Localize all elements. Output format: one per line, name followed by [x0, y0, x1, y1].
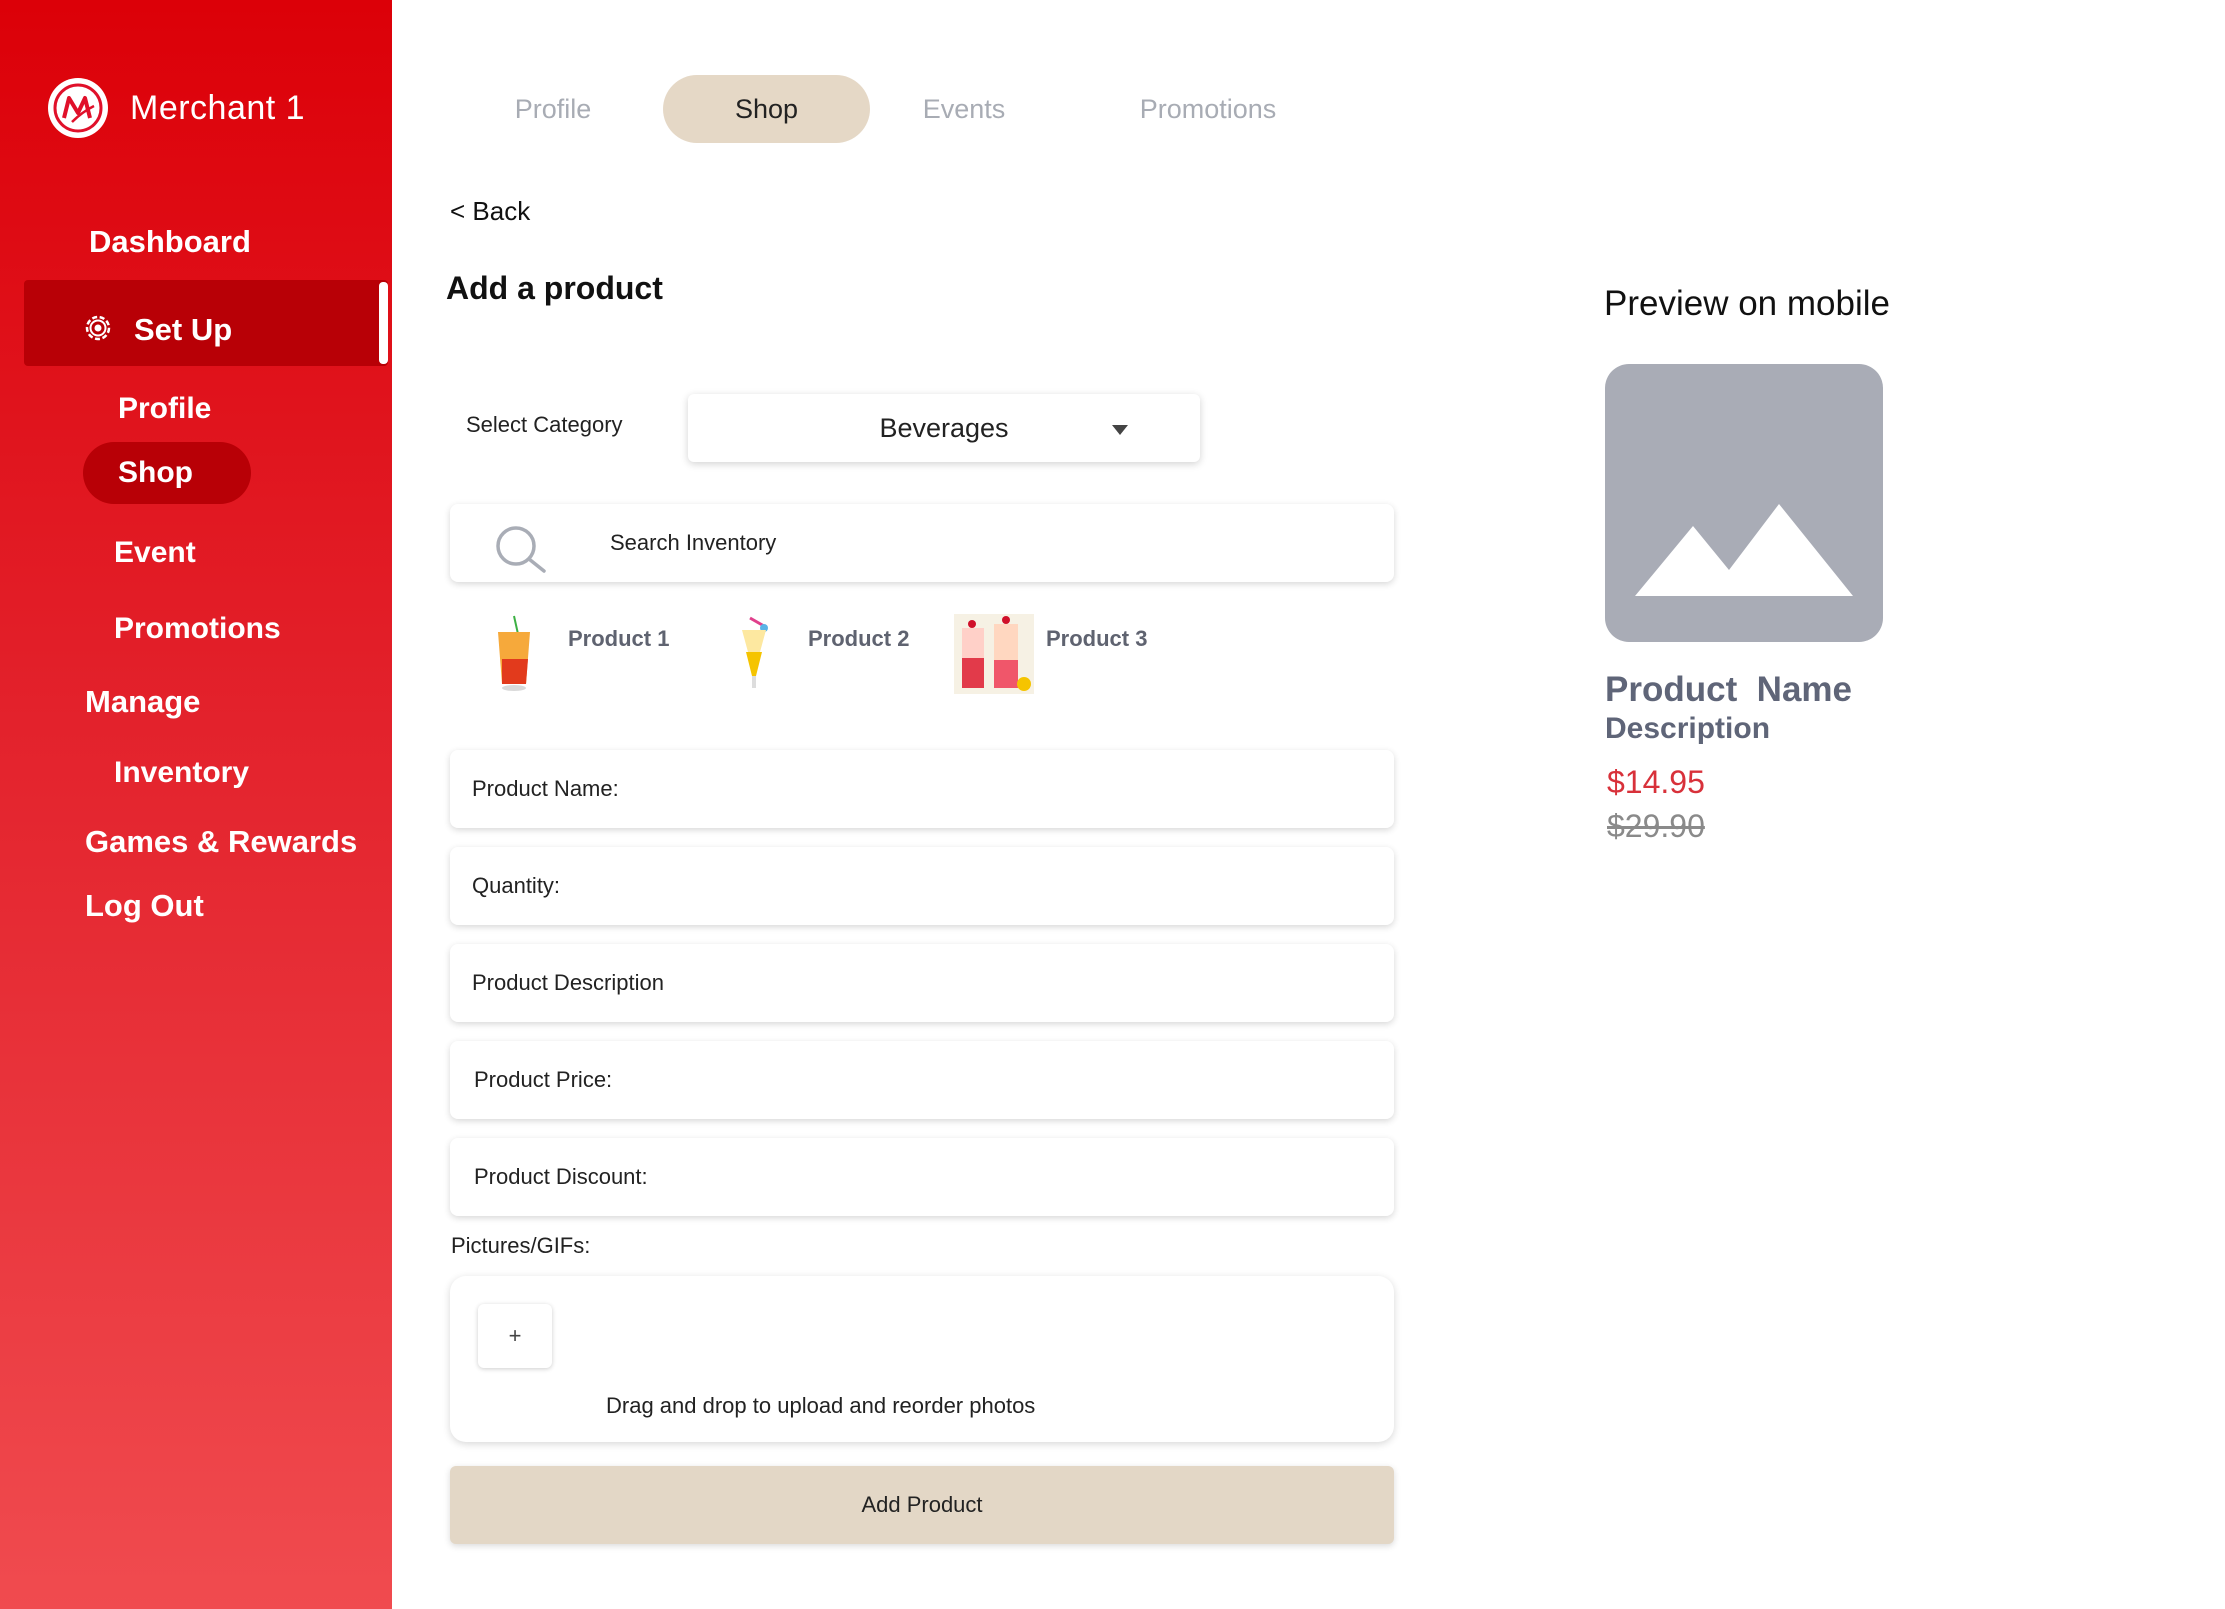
- quantity-field[interactable]: Quantity:: [450, 847, 1394, 925]
- sidebar-item-manage[interactable]: Manage: [85, 684, 200, 720]
- photo-upload-dropzone[interactable]: + Drag and drop to upload and reorder ph…: [450, 1276, 1394, 1442]
- product-discount-field[interactable]: Product Discount:: [450, 1138, 1394, 1216]
- preview-old-price: $29.90: [1607, 808, 1705, 844]
- tab-events[interactable]: Events: [899, 75, 1029, 143]
- sidebar-item-logout[interactable]: Log Out: [85, 888, 204, 924]
- product-name: Product 1: [568, 626, 670, 651]
- drink-thumbnail-icon: [724, 614, 788, 694]
- tab-promotions[interactable]: Promotions: [1103, 75, 1313, 143]
- category-select[interactable]: Beverages: [688, 394, 1200, 462]
- chevron-down-icon: [1112, 425, 1128, 435]
- page-title: Add a product: [446, 270, 663, 306]
- search-input[interactable]: Search Inventory: [450, 504, 1394, 582]
- merchant-name: Merchant 1: [130, 88, 306, 127]
- sidebar-item-shop-label: Shop: [118, 456, 193, 489]
- sidebar-item-setup-label: Set Up: [134, 312, 233, 347]
- product-name: Product 2: [808, 626, 910, 651]
- upload-hint: Drag and drop to upload and reorder phot…: [606, 1393, 1036, 1418]
- product-name: Product 3: [1046, 626, 1148, 651]
- preview-description: Description: [1605, 712, 1771, 745]
- category-label: Select Category: [466, 412, 623, 437]
- tab-shop[interactable]: Shop: [663, 75, 870, 143]
- pictures-label: Pictures/GIFs:: [451, 1233, 591, 1258]
- sidebar-item-games-rewards[interactable]: Games & Rewards: [85, 824, 357, 860]
- merchant-logo-icon: [48, 78, 108, 138]
- tab-profile[interactable]: Profile: [483, 75, 623, 143]
- brand[interactable]: Merchant 1: [48, 78, 305, 138]
- product-discount-label: Product Discount:: [474, 1164, 648, 1189]
- sidebar-item-promotions[interactable]: Promotions: [114, 612, 281, 646]
- gear-icon: [82, 312, 114, 349]
- product-price-label: Product Price:: [474, 1067, 613, 1092]
- category-value: Beverages: [879, 412, 1009, 443]
- quantity-label: Quantity:: [472, 873, 561, 898]
- back-link[interactable]: < Back: [450, 196, 530, 227]
- sidebar-item-dashboard[interactable]: Dashboard: [89, 224, 251, 260]
- product-suggestion[interactable]: Product 2: [724, 614, 909, 694]
- search-placeholder: Search Inventory: [610, 530, 777, 555]
- sidebar-item-event[interactable]: Event: [114, 536, 196, 570]
- product-description-label: Product Description: [472, 970, 664, 995]
- preview-price: $14.95: [1607, 764, 1705, 800]
- preview-product-name: Product Name: [1605, 670, 1852, 709]
- product-price-field[interactable]: Product Price:: [450, 1041, 1394, 1119]
- drink-thumbnail-icon: [484, 614, 548, 694]
- sidebar-item-inventory[interactable]: Inventory: [114, 756, 249, 790]
- plus-icon: +: [508, 1323, 522, 1348]
- add-photo-button[interactable]: +: [478, 1304, 552, 1368]
- search-icon: [494, 524, 550, 580]
- sidebar-item-profile[interactable]: Profile: [118, 392, 211, 426]
- add-product-button[interactable]: Add Product: [450, 1466, 1394, 1544]
- image-placeholder-icon: [1605, 364, 1883, 642]
- sidebar: Merchant 1 Dashboard Set Up Profile Shop…: [0, 0, 392, 1609]
- product-name-label: Product Name:: [472, 776, 619, 801]
- active-indicator: [379, 282, 388, 364]
- product-description-field[interactable]: Product Description: [450, 944, 1394, 1022]
- product-suggestion[interactable]: Product 3: [954, 614, 1147, 694]
- preview-title: Preview on mobile: [1604, 284, 1890, 323]
- product-name-field[interactable]: Product Name:: [450, 750, 1394, 828]
- product-suggestion[interactable]: Product 1: [484, 614, 669, 694]
- drink-thumbnail-icon: [954, 614, 1034, 694]
